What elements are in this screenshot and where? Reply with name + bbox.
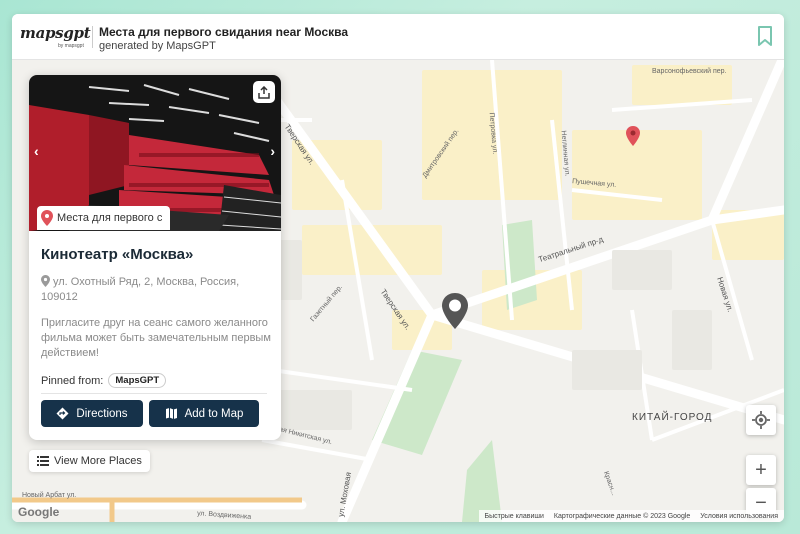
map-view[interactable]: Тверская ул. Тверская ул. Театральный пр…: [12, 60, 784, 522]
add-to-map-button[interactable]: Add to Map: [149, 400, 259, 427]
card-divider: [41, 393, 267, 394]
map-footer: Быстрые клавиши Картографические данные …: [478, 510, 784, 522]
directions-button[interactable]: Directions: [41, 400, 143, 427]
bookmark-icon[interactable]: [756, 26, 774, 46]
page-subtitle: generated by MapsGPT: [99, 40, 216, 52]
share-button[interactable]: [253, 81, 275, 103]
selected-place-pin-icon[interactable]: [441, 292, 469, 330]
prev-photo-button[interactable]: ‹: [34, 143, 39, 159]
directions-icon: [56, 407, 69, 420]
terms-link[interactable]: Условия использования: [700, 513, 778, 520]
category-chip[interactable]: Места для первого с: [37, 206, 171, 230]
location-icon: [41, 275, 50, 287]
directions-label: Directions: [76, 407, 128, 420]
my-location-button[interactable]: [746, 405, 776, 435]
district-label: КИТАЙ-ГОРОД: [632, 412, 713, 423]
pinned-source-badge[interactable]: MapsGPT: [108, 373, 167, 388]
map-icon: [165, 408, 177, 419]
view-more-places-button[interactable]: View More Places: [29, 450, 150, 472]
place-description: Пригласите друг на сеанс самого желанног…: [41, 317, 271, 359]
street-label: Новый Арбат ул.: [22, 492, 77, 499]
zoom-in-button[interactable]: +: [746, 455, 776, 485]
place-name: Кинотеатр «Москва»: [41, 246, 194, 263]
map-pin-icon: [41, 210, 53, 226]
app-frame: mapsgpt by mapsgpt Места для первого сви…: [12, 14, 784, 522]
add-to-map-label: Add to Map: [184, 407, 244, 420]
google-logo[interactable]: Google: [18, 505, 59, 519]
header-bar: mapsgpt by mapsgpt Места для первого сви…: [12, 14, 784, 60]
locate-icon: [752, 411, 770, 429]
map-pin-icon[interactable]: [626, 126, 640, 146]
next-photo-button[interactable]: ›: [270, 143, 275, 159]
list-icon: [37, 456, 49, 466]
street-label: Варсонофьевский пер.: [652, 68, 727, 75]
page-title: Места для первого свидания near Москва: [99, 25, 349, 39]
share-icon: [258, 85, 270, 99]
place-address-text: ул. Охотный Ряд, 2, Москва, Россия, 1090…: [41, 276, 240, 303]
place-photo[interactable]: ‹ › Места для первого с: [29, 75, 281, 231]
map-data-attribution: Картографические данные © 2023 Google: [553, 512, 691, 520]
pinned-from-label: Pinned from:: [41, 374, 104, 387]
place-address: ул. Охотный Ряд, 2, Москва, Россия, 1090…: [41, 275, 271, 305]
view-more-label: View More Places: [54, 455, 142, 467]
logo-subtext: by mapsgpt: [58, 43, 84, 49]
logo-text: mapsgpt: [20, 24, 91, 42]
header-divider: [92, 26, 93, 48]
keyboard-shortcuts-link[interactable]: Быстрые клавиши: [485, 513, 544, 520]
mapsgpt-logo[interactable]: mapsgpt by mapsgpt: [20, 24, 91, 50]
pinned-from: Pinned from: MapsGPT: [41, 373, 167, 388]
place-card[interactable]: ‹ › Места для первого с Кинотеатр «Москв…: [29, 75, 281, 440]
category-chip-label: Места для первого с: [57, 212, 163, 224]
